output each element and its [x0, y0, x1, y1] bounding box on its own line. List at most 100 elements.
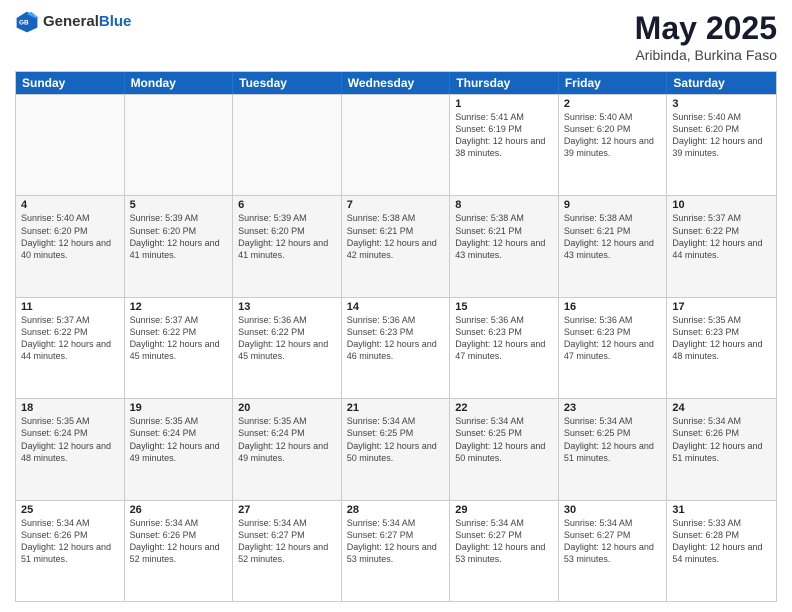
day-info: Sunrise: 5:34 AM Sunset: 6:27 PM Dayligh… [455, 517, 553, 566]
day-info: Sunrise: 5:37 AM Sunset: 6:22 PM Dayligh… [672, 212, 771, 261]
day-number: 21 [347, 402, 445, 414]
day-number: 2 [564, 98, 662, 110]
day-info: Sunrise: 5:39 AM Sunset: 6:20 PM Dayligh… [130, 212, 228, 261]
day-number: 4 [21, 199, 119, 211]
day-number: 22 [455, 402, 553, 414]
header-day-monday: Monday [125, 72, 234, 94]
svg-text:GB: GB [19, 19, 29, 26]
day-number: 10 [672, 199, 771, 211]
calendar-row-3: 11 Sunrise: 5:37 AM Sunset: 6:22 PM Dayli… [16, 297, 776, 398]
day-number: 15 [455, 301, 553, 313]
calendar-day-25: 25Sunrise: 5:34 AM Sunset: 6:26 PM Dayli… [16, 501, 125, 601]
day-number: 11 [21, 301, 119, 313]
day-info: Sunrise: 5:38 AM Sunset: 6:21 PM Dayligh… [455, 212, 553, 261]
day-info: Sunrise: 5:35 AM Sunset: 6:23 PM Dayligh… [672, 314, 771, 363]
day-number: 7 [347, 199, 445, 211]
day-number: 17 [672, 301, 771, 313]
day-number: 12 [130, 301, 228, 313]
day-info: Sunrise: 5:39 AM Sunset: 6:20 PM Dayligh… [238, 212, 336, 261]
day-info: Sunrise: 5:40 AM Sunset: 6:20 PM Dayligh… [564, 111, 662, 160]
calendar-day-2: 2Sunrise: 5:40 AM Sunset: 6:20 PM Daylig… [559, 95, 668, 195]
day-number: 29 [455, 504, 553, 516]
day-number: 30 [564, 504, 662, 516]
day-info: Sunrise: 5:34 AM Sunset: 6:26 PM Dayligh… [130, 517, 228, 566]
month-title: May 2025 [635, 10, 777, 47]
calendar-day-23: 23Sunrise: 5:34 AM Sunset: 6:25 PM Dayli… [559, 399, 668, 499]
day-number: 23 [564, 402, 662, 414]
day-number: 1 [455, 98, 553, 110]
calendar-row-4: 18Sunrise: 5:35 AM Sunset: 6:24 PM Dayli… [16, 398, 776, 499]
header: GB GeneralBlue May 2025 Aribinda, Burkin… [15, 10, 777, 63]
calendar-row-1: 1Sunrise: 5:41 AM Sunset: 6:19 PM Daylig… [16, 94, 776, 195]
calendar-day-12: 12Sunrise: 5:37 AM Sunset: 6:22 PM Dayli… [125, 298, 234, 398]
day-info: Sunrise: 5:37 AM Sunset: 6:22 PM Dayligh… [130, 314, 228, 363]
calendar-day-26: 26Sunrise: 5:34 AM Sunset: 6:26 PM Dayli… [125, 501, 234, 601]
day-number: 20 [238, 402, 336, 414]
calendar-empty-cell [125, 95, 234, 195]
day-info: Sunrise: 5:33 AM Sunset: 6:28 PM Dayligh… [672, 517, 771, 566]
logo-text: GeneralBlue [43, 13, 131, 31]
calendar-header: SundayMondayTuesdayWednesdayThursdayFrid… [16, 72, 776, 94]
calendar-day-24: 24Sunrise: 5:34 AM Sunset: 6:26 PM Dayli… [667, 399, 776, 499]
day-number: 5 [130, 199, 228, 211]
calendar-day-8: 8Sunrise: 5:38 AM Sunset: 6:21 PM Daylig… [450, 196, 559, 296]
day-number: 28 [347, 504, 445, 516]
calendar-empty-cell [233, 95, 342, 195]
calendar-day-20: 20Sunrise: 5:35 AM Sunset: 6:24 PM Dayli… [233, 399, 342, 499]
day-info: Sunrise: 5:34 AM Sunset: 6:25 PM Dayligh… [455, 415, 553, 464]
calendar-body: 1Sunrise: 5:41 AM Sunset: 6:19 PM Daylig… [16, 94, 776, 601]
calendar-day-1: 1Sunrise: 5:41 AM Sunset: 6:19 PM Daylig… [450, 95, 559, 195]
calendar-day-15: 15Sunrise: 5:36 AM Sunset: 6:23 PM Dayli… [450, 298, 559, 398]
day-info: Sunrise: 5:34 AM Sunset: 6:26 PM Dayligh… [21, 517, 119, 566]
calendar-day-11: 11Sunrise: 5:37 AM Sunset: 6:22 PM Dayli… [16, 298, 125, 398]
calendar-day-31: 31Sunrise: 5:33 AM Sunset: 6:28 PM Dayli… [667, 501, 776, 601]
logo: GB GeneralBlue [15, 10, 131, 34]
day-number: 31 [672, 504, 771, 516]
day-info: Sunrise: 5:34 AM Sunset: 6:26 PM Dayligh… [672, 415, 771, 464]
day-info: Sunrise: 5:38 AM Sunset: 6:21 PM Dayligh… [347, 212, 445, 261]
calendar-day-22: 22Sunrise: 5:34 AM Sunset: 6:25 PM Dayli… [450, 399, 559, 499]
day-number: 9 [564, 199, 662, 211]
day-info: Sunrise: 5:38 AM Sunset: 6:21 PM Dayligh… [564, 212, 662, 261]
calendar-row-5: 25Sunrise: 5:34 AM Sunset: 6:26 PM Dayli… [16, 500, 776, 601]
logo-icon: GB [15, 10, 39, 34]
calendar-day-7: 7Sunrise: 5:38 AM Sunset: 6:21 PM Daylig… [342, 196, 451, 296]
header-day-thursday: Thursday [450, 72, 559, 94]
day-number: 3 [672, 98, 771, 110]
day-info: Sunrise: 5:40 AM Sunset: 6:20 PM Dayligh… [672, 111, 771, 160]
day-info: Sunrise: 5:36 AM Sunset: 6:23 PM Dayligh… [455, 314, 553, 363]
calendar-day-9: 9Sunrise: 5:38 AM Sunset: 6:21 PM Daylig… [559, 196, 668, 296]
calendar-day-30: 30Sunrise: 5:34 AM Sunset: 6:27 PM Dayli… [559, 501, 668, 601]
calendar-day-13: 13Sunrise: 5:36 AM Sunset: 6:22 PM Dayli… [233, 298, 342, 398]
day-number: 18 [21, 402, 119, 414]
logo-general: General [43, 13, 99, 30]
calendar-day-21: 21Sunrise: 5:34 AM Sunset: 6:25 PM Dayli… [342, 399, 451, 499]
day-info: Sunrise: 5:35 AM Sunset: 6:24 PM Dayligh… [130, 415, 228, 464]
calendar-day-4: 4Sunrise: 5:40 AM Sunset: 6:20 PM Daylig… [16, 196, 125, 296]
day-info: Sunrise: 5:34 AM Sunset: 6:27 PM Dayligh… [564, 517, 662, 566]
calendar-day-17: 17Sunrise: 5:35 AM Sunset: 6:23 PM Dayli… [667, 298, 776, 398]
calendar-day-10: 10Sunrise: 5:37 AM Sunset: 6:22 PM Dayli… [667, 196, 776, 296]
day-info: Sunrise: 5:41 AM Sunset: 6:19 PM Dayligh… [455, 111, 553, 160]
day-info: Sunrise: 5:36 AM Sunset: 6:22 PM Dayligh… [238, 314, 336, 363]
day-info: Sunrise: 5:35 AM Sunset: 6:24 PM Dayligh… [21, 415, 119, 464]
title-block: May 2025 Aribinda, Burkina Faso [635, 10, 777, 63]
calendar-day-27: 27Sunrise: 5:34 AM Sunset: 6:27 PM Dayli… [233, 501, 342, 601]
day-info: Sunrise: 5:40 AM Sunset: 6:20 PM Dayligh… [21, 212, 119, 261]
header-day-wednesday: Wednesday [342, 72, 451, 94]
calendar-day-19: 19Sunrise: 5:35 AM Sunset: 6:24 PM Dayli… [125, 399, 234, 499]
day-info: Sunrise: 5:36 AM Sunset: 6:23 PM Dayligh… [564, 314, 662, 363]
day-number: 19 [130, 402, 228, 414]
location-title: Aribinda, Burkina Faso [635, 47, 777, 63]
day-info: Sunrise: 5:34 AM Sunset: 6:25 PM Dayligh… [347, 415, 445, 464]
day-number: 24 [672, 402, 771, 414]
day-info: Sunrise: 5:34 AM Sunset: 6:27 PM Dayligh… [238, 517, 336, 566]
calendar-day-14: 14Sunrise: 5:36 AM Sunset: 6:23 PM Dayli… [342, 298, 451, 398]
calendar-day-29: 29Sunrise: 5:34 AM Sunset: 6:27 PM Dayli… [450, 501, 559, 601]
day-number: 16 [564, 301, 662, 313]
day-info: Sunrise: 5:34 AM Sunset: 6:27 PM Dayligh… [347, 517, 445, 566]
day-number: 8 [455, 199, 553, 211]
header-day-tuesday: Tuesday [233, 72, 342, 94]
day-info: Sunrise: 5:34 AM Sunset: 6:25 PM Dayligh… [564, 415, 662, 464]
day-number: 27 [238, 504, 336, 516]
